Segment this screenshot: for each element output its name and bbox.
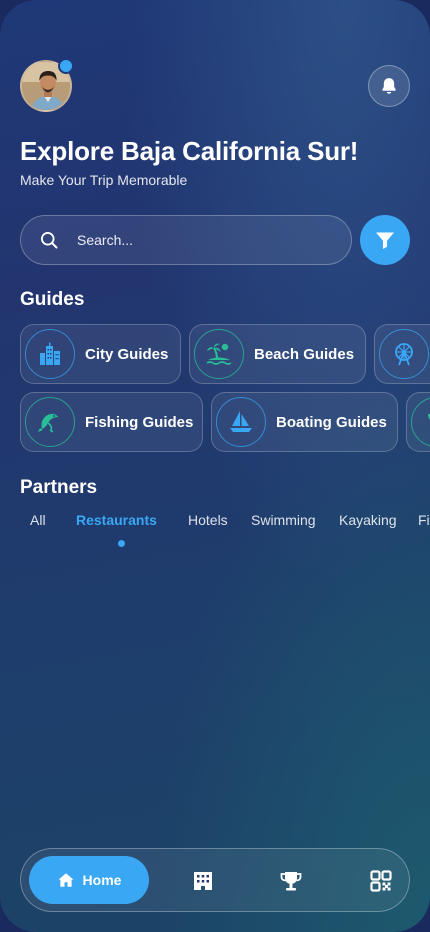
tab-kayaking[interactable]: Kayaking	[339, 512, 397, 528]
guide-chip-fishing[interactable]: Fishing Guides	[20, 392, 203, 452]
page-title: Explore Baja California Sur!	[20, 136, 359, 166]
guide-chip-amusement[interactable]	[374, 324, 430, 384]
active-tab-indicator	[118, 540, 125, 547]
plant-icon	[411, 397, 430, 447]
filter-button[interactable]	[360, 215, 410, 265]
nav-home-button[interactable]: Home	[29, 856, 149, 904]
partner-category-tabs: All Restaurants Hotels Swimming Kayaking…	[0, 512, 430, 552]
city-icon	[25, 329, 75, 379]
sailboat-icon	[216, 397, 266, 447]
guide-chip-nature[interactable]	[406, 392, 430, 452]
guide-chip-label: Beach Guides	[254, 345, 355, 363]
search-input[interactable]	[77, 232, 297, 248]
tab-restaurants[interactable]: Restaurants	[76, 512, 157, 528]
bottom-navigation: Home	[20, 848, 410, 912]
guide-chip-boating[interactable]: Boating Guides	[211, 392, 398, 452]
search-bar[interactable]	[20, 215, 352, 265]
qr-code-icon[interactable]	[369, 869, 393, 893]
partners-heading: Partners	[20, 477, 98, 498]
bell-icon	[382, 78, 396, 94]
filter-icon	[376, 232, 394, 249]
profile-avatar-button[interactable]	[20, 58, 74, 112]
beach-icon	[194, 329, 244, 379]
fish-icon	[25, 397, 75, 447]
search-icon	[41, 232, 58, 249]
notification-button[interactable]	[368, 65, 410, 107]
tab-fishing[interactable]: Fi	[418, 512, 430, 528]
page-subtitle: Make Your Trip Memorable	[20, 172, 188, 188]
guide-chip-label: Fishing Guides	[85, 413, 194, 431]
guide-chip-beach[interactable]: Beach Guides	[189, 324, 366, 384]
tab-hotels[interactable]: Hotels	[188, 512, 228, 528]
tab-swimming[interactable]: Swimming	[251, 512, 316, 528]
building-icon[interactable]	[191, 869, 215, 893]
ferris-wheel-icon	[379, 329, 429, 379]
app-screen: Explore Baja California Sur! Make Your T…	[0, 0, 430, 932]
nav-home-label: Home	[82, 872, 122, 888]
guides-heading: Guides	[20, 289, 85, 310]
trophy-icon[interactable]	[279, 869, 303, 893]
tab-all[interactable]: All	[30, 512, 46, 528]
guide-chip-label: Boating Guides	[276, 413, 387, 431]
guide-chip-city[interactable]: City Guides	[20, 324, 181, 384]
online-status-dot	[58, 58, 74, 74]
guide-chip-label: City Guides	[85, 345, 169, 363]
home-icon	[58, 873, 74, 887]
